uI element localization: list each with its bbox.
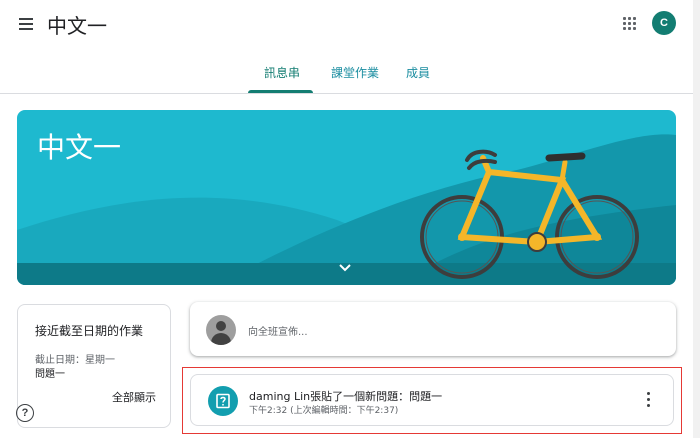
tab-stream[interactable]: 訊息串 — [264, 64, 300, 81]
banner-title: 中文一 — [37, 131, 122, 164]
page-scrollbar[interactable] — [693, 0, 700, 438]
due-date-label: 截止日期：星期一 — [35, 355, 115, 366]
top-app-bar: 中文一 C — [0, 0, 700, 48]
upcoming-work-card: 接近截至日期的作業 截止日期：星期一 問題一 全部顯示 — [17, 304, 171, 428]
hamburger-menu-icon — [19, 18, 33, 20]
active-tab-indicator — [248, 90, 313, 93]
more-vert-icon[interactable] — [641, 389, 657, 411]
class-banner: 中文一 — [17, 110, 676, 285]
account-avatar[interactable]: C — [652, 11, 676, 35]
help-icon[interactable]: ? — [16, 404, 34, 422]
upcoming-item-link[interactable]: 問題一 — [35, 365, 65, 380]
view-all-button[interactable]: 全部顯示 — [112, 389, 156, 405]
tab-people[interactable]: 成員 — [406, 64, 430, 81]
tab-classwork[interactable]: 課堂作業 — [331, 64, 379, 81]
main-menu-button[interactable] — [14, 12, 38, 36]
post-title: daming Lin張貼了一個新問題：問題一 — [249, 390, 443, 403]
user-avatar — [206, 315, 236, 345]
google-apps-button[interactable] — [618, 12, 642, 36]
chevron-down-icon[interactable] — [337, 262, 353, 274]
announce-placeholder: 向全班宣佈... — [248, 327, 308, 338]
upcoming-title: 接近截至日期的作業 — [35, 324, 144, 338]
post-timestamp: 下午2:32 (上次編輯時間：下午2:37) — [249, 406, 399, 416]
announcement-composer[interactable]: 向全班宣佈... — [190, 302, 676, 356]
class-tabs: 訊息串 課堂作業 成員 — [0, 48, 700, 94]
stream-post[interactable]: daming Lin張貼了一個新問題：問題一 下午2:32 (上次編輯時間：下午… — [190, 374, 674, 426]
class-title: 中文一 — [47, 14, 107, 38]
question-assignment-icon — [208, 386, 238, 416]
